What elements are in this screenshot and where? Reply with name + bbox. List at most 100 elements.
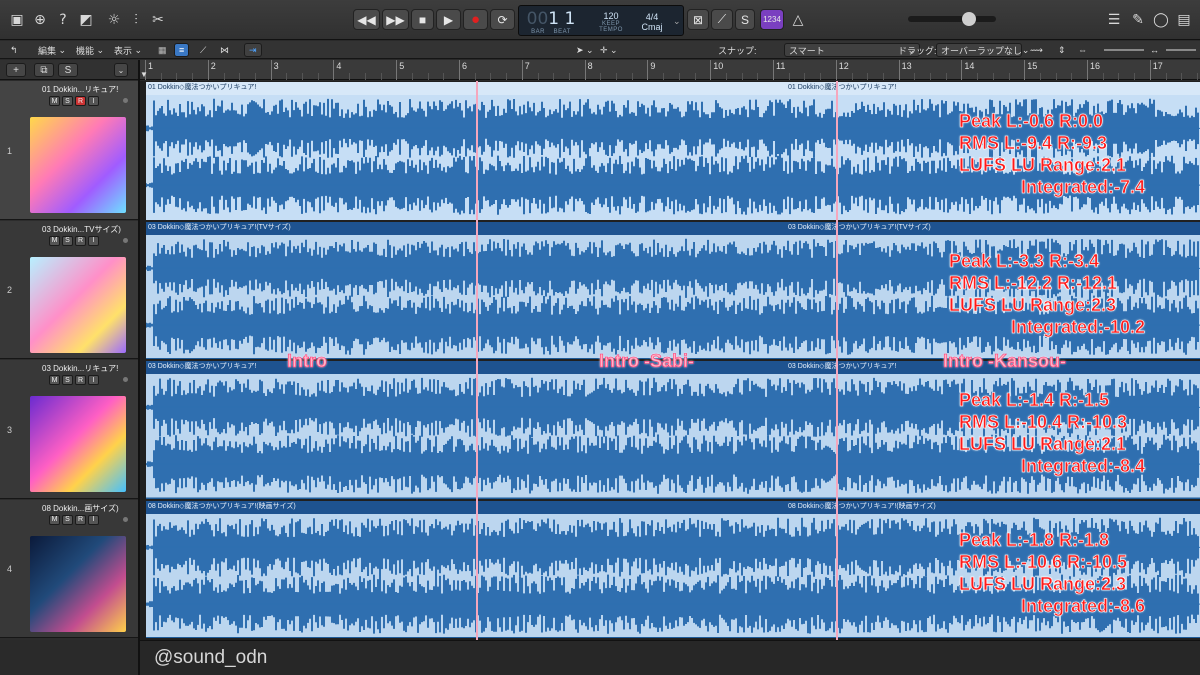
fast-forward-button[interactable]: ▶▶ [382,9,409,30]
track-name[interactable]: 03 Dokkin...TVサイズ) [42,224,132,235]
ruler-subtick [757,73,759,80]
scissors-icon[interactable]: ✂ [149,11,167,29]
master-volume-slider[interactable] [908,12,996,26]
mute-button[interactable]: M [49,375,60,385]
ruler-subtick [820,73,822,80]
drag-select[interactable]: オーバーラップなし ⌄ [936,43,1029,57]
horizontal-zoom-icon[interactable]: ⇔ [1078,43,1087,57]
stop-button[interactable]: ■ [411,9,434,30]
browser-icon[interactable]: ▤ [1175,11,1193,29]
lcd-beat-label: BEAT [553,28,571,35]
list-view-icon[interactable]: ≡ [174,43,190,57]
record-button[interactable]: ● [463,9,488,30]
audio-region[interactable]: 03 Dokkin◇魔法つかいプリキュア! 03 Dokkin◇魔法つかいプリキュ… [146,361,1200,499]
input-monitor-button[interactable]: I [88,96,99,106]
waveform-zoom-icon[interactable]: ⟿ [1030,43,1043,57]
region-title: 03 Dokkin◇魔法つかいプリキュア!(TVサイズ) 03 Dokkin◇魔法… [146,221,1200,235]
zoom-arrows-icon[interactable]: ↔ [1150,43,1159,57]
track-header[interactable]: 2 03 Dokkin...TVサイズ) M S R I [0,220,138,359]
record-enable-button[interactable]: R [75,514,86,525]
ruler-subtick [992,73,994,80]
lcd-signature-value: 4/4 [645,11,659,22]
pencil-tool-icon[interactable]: ✛ ⌄ [600,43,618,57]
ruler-subtick [506,73,508,80]
back-icon[interactable]: ↰ [10,43,18,57]
input-monitor-button[interactable]: I [88,235,99,246]
grid-view-icon[interactable]: ▦ [158,43,167,57]
mute-button[interactable]: M [49,514,60,525]
audio-region[interactable]: 03 Dokkin◇魔法つかいプリキュア!(TVサイズ) 03 Dokkin◇魔法… [146,221,1200,359]
flex-icon[interactable]: ⋈ [220,43,229,57]
track-header[interactable]: 3 03 Dokkin...リキュア! M S R I [0,360,138,499]
album-artwork [30,535,126,632]
ruler-subtick [741,73,743,80]
loops-icon[interactable]: ◯ [1152,11,1170,29]
view-menu[interactable]: 表示 ⌄ [114,43,142,57]
lufs-text: LUFS LU Range:2.3 [958,573,1127,594]
ruler-tick-label: 15 [1027,61,1038,71]
solo-button[interactable]: S [62,375,73,385]
mixer-icon[interactable]: ⫶ [127,11,145,29]
solo-button[interactable]: S [62,514,73,525]
region-title-right: 03 Dokkin◇魔法つかいプリキュア! [788,363,897,370]
mute-button[interactable]: M [49,235,60,246]
horizontal-zoom-slider[interactable] [1166,43,1196,57]
track-buttons: MSRI [49,514,99,525]
tuner-icon: ⟋ [717,12,727,26]
brightness-icon[interactable]: ☼ [105,11,123,29]
vertical-zoom-slider[interactable] [1104,43,1144,57]
ruler-subtick [600,73,602,80]
lcd-menu-icon[interactable]: ⌄ [673,16,681,27]
track-header[interactable]: 4 08 Dokkin...画サイズ) M S R I [0,499,138,638]
mute-button[interactable]: M [49,96,60,106]
ruler-subtick [788,73,790,80]
catch-icon[interactable]: ⇥ [244,43,262,57]
record-enable-button[interactable]: R [75,96,86,106]
input-monitor-button[interactable]: I [88,375,99,385]
function-menu[interactable]: 機能 ⌄ [76,43,104,57]
timeline-ruler[interactable]: 1 2 3 4 5 6 7 8 9 10 11 12 13 14 15 16 17 ▼ [140,60,1200,80]
vertical-zoom-icon[interactable]: ⇕ [1058,43,1066,57]
ruler-subtick [1165,73,1167,80]
lcd-display[interactable]: 001 1 BAR BEAT 120 KEEP TEMPO 4/4 Cmaj ⌄ [518,5,684,36]
solo-button[interactable]: S [62,96,73,106]
solo-button[interactable]: S [735,9,755,30]
inbox-icon[interactable]: ▣ [8,11,26,29]
add-track-button[interactable]: + [6,63,26,77]
smart-controls-icon[interactable]: ◩ [77,11,95,29]
solo-button[interactable]: S [62,235,73,246]
lcd-tempo: 120 KEEP TEMPO [597,6,625,37]
volume-knob[interactable] [962,12,976,26]
tracks-area[interactable]: 01 Dokkin◇魔法つかいプリキュア! 01 Dokkin◇魔法つかいプリキュ… [140,81,1200,640]
input-monitor-button[interactable]: I [88,514,99,525]
global-solo-button[interactable]: S [58,63,78,77]
record-enable-button[interactable]: R [75,375,86,385]
list-icon[interactable]: ☰ [1105,11,1123,29]
audio-region[interactable]: 08 Dokkin◇魔法つかいプリキュア!(映画サイズ) 08 Dokkin◇魔法… [146,500,1200,638]
rewind-button[interactable]: ◀◀ [353,9,380,30]
notepad-icon[interactable]: ✎ [1129,11,1147,29]
audio-region[interactable]: 01 Dokkin◇魔法つかいプリキュア! 01 Dokkin◇魔法つかいプリキュ… [146,82,1200,220]
tuner-button[interactable]: ⟋ [711,9,733,30]
playhead-icon[interactable]: ▼ [140,70,148,79]
region-title-left: 03 Dokkin◇魔法つかいプリキュア!(TVサイズ) [148,223,291,231]
download-icon[interactable]: ⊕ [31,11,49,29]
record-enable-button[interactable]: R [75,235,86,246]
edit-menu[interactable]: 編集 ⌄ [38,43,66,57]
pointer-tool-icon[interactable]: ➤ ⌄ [576,43,594,57]
play-button[interactable]: ▶ [436,9,461,30]
track-name[interactable]: 03 Dokkin...リキュア! [42,363,132,374]
count-in-button[interactable]: 1234 [760,9,784,30]
metronome-icon[interactable]: △ [789,11,807,29]
track-activity-dot [123,377,128,382]
help-icon[interactable]: ? [54,11,72,29]
ruler-tick-label: 8 [587,61,593,71]
track-header[interactable]: 1 01 Dokkin...リキュア! M S R I [0,81,138,220]
track-name[interactable]: 08 Dokkin...画サイズ) [42,503,132,514]
cycle-button[interactable]: ⟳ [490,9,515,30]
track-name[interactable]: 01 Dokkin...リキュア! [42,84,132,95]
automation-icon[interactable]: ⟋ [200,43,206,57]
replace-button[interactable]: ⊠ [687,9,709,30]
track-header-menu-icon[interactable]: ⌄ [114,63,128,77]
duplicate-track-button[interactable]: ⧉ [34,63,54,77]
